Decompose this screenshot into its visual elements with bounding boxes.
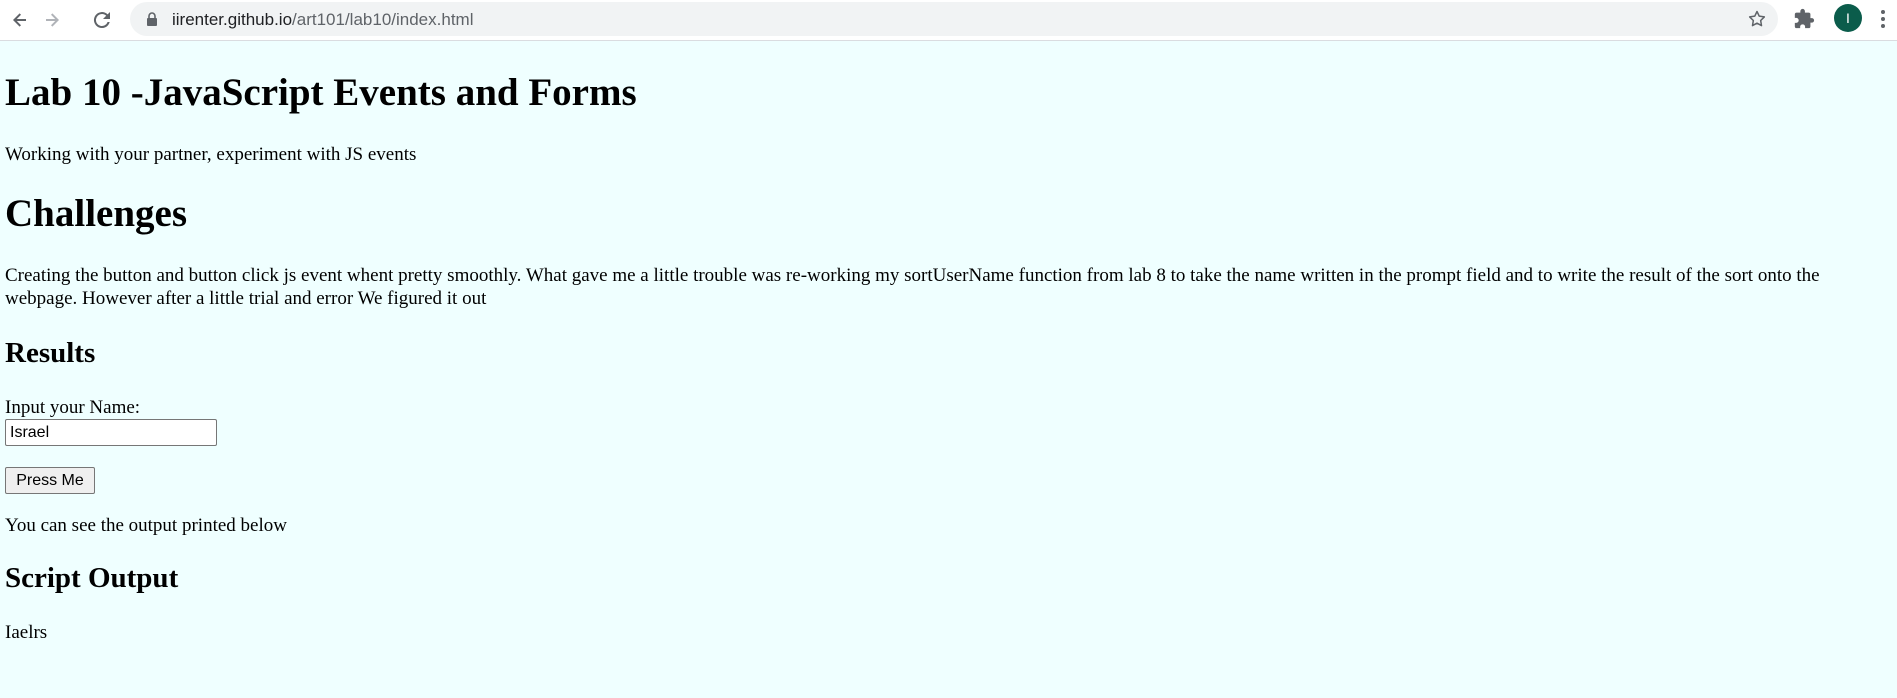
reload-icon — [93, 12, 110, 29]
extensions-icon[interactable] — [1793, 8, 1815, 30]
url-text: iirenter.github.io/art101/lab10/index.ht… — [172, 10, 473, 30]
address-bar[interactable]: iirenter.github.io/art101/lab10/index.ht… — [130, 2, 1778, 36]
press-me-button[interactable]: Press Me — [5, 467, 95, 494]
name-input[interactable] — [5, 419, 217, 446]
back-button[interactable] — [6, 6, 34, 34]
name-input-label: Input your Name: — [5, 397, 141, 418]
profile-avatar[interactable]: I — [1834, 4, 1862, 32]
output-note: You can see the output printed below — [5, 515, 287, 536]
menu-icon[interactable] — [1880, 8, 1886, 30]
browser-toolbar: iirenter.github.io/art101/lab10/index.ht… — [0, 0, 1897, 41]
results-heading: Results — [5, 337, 96, 369]
back-icon — [13, 13, 26, 27]
bookmark-star-button[interactable] — [1746, 8, 1768, 30]
challenges-heading: Challenges — [5, 192, 188, 235]
star-icon — [1748, 10, 1766, 27]
lock-icon — [147, 12, 157, 26]
url-host: iirenter.github.io — [172, 10, 293, 29]
url-path: /art101/lab10/index.html — [292, 10, 474, 29]
reload-button[interactable] — [88, 6, 116, 34]
script-output-heading: Script Output — [5, 562, 179, 594]
script-output-text: Iaelrs — [5, 622, 48, 643]
page-title: Lab 10 -JavaScript Events and Forms — [5, 71, 637, 114]
intro-text: Working with your partner, experiment wi… — [5, 144, 417, 165]
avatar-letter: I — [1846, 10, 1850, 26]
challenges-text: Creating the button and button click js … — [5, 265, 1820, 309]
forward-icon — [46, 13, 59, 27]
forward-button[interactable] — [38, 6, 66, 34]
